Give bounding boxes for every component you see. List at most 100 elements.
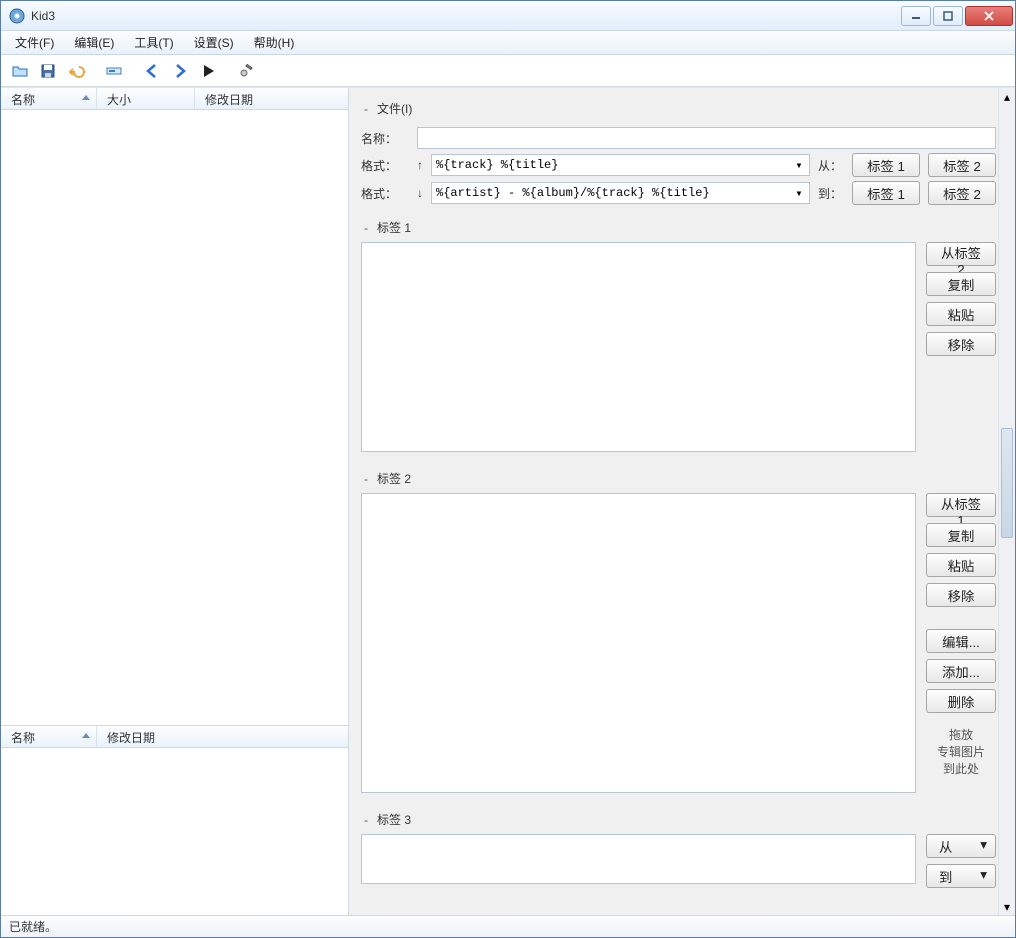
from-tag1-button[interactable]: 标签 1 bbox=[852, 153, 920, 177]
from-dropdown-button[interactable]: 从▾ bbox=[926, 834, 996, 858]
tag2-wrap: 从标签 1 复制 粘贴 移除 编辑... 添加... 删除 拖放 专辑图片 到此… bbox=[361, 493, 996, 793]
to-tag2-button[interactable]: 标签 2 bbox=[928, 181, 996, 205]
to-tag1-button[interactable]: 标签 1 bbox=[852, 181, 920, 205]
statusbar: 已就绪。 bbox=[1, 915, 1015, 937]
collapse-icon[interactable]: - bbox=[361, 813, 371, 827]
chevron-down-icon[interactable]: ▾ bbox=[791, 185, 807, 201]
app-window: Kid3 文件(F) 编辑(E) 工具(T) 设置(S) 帮助(H) bbox=[0, 0, 1016, 938]
from-tag2-button[interactable]: 从标签 2 bbox=[926, 242, 996, 266]
tag3-box[interactable] bbox=[361, 834, 916, 884]
scroll-down-icon[interactable]: ▾ bbox=[999, 898, 1015, 915]
status-text: 已就绪。 bbox=[9, 918, 57, 935]
open-icon[interactable] bbox=[7, 58, 33, 84]
file-list-panel: 名称 大小 修改日期 bbox=[1, 88, 348, 725]
file-section-title: 文件(I) bbox=[377, 100, 412, 117]
collapse-icon[interactable]: - bbox=[361, 102, 371, 116]
scroll-thumb[interactable] bbox=[1001, 428, 1013, 538]
vertical-scrollbar[interactable]: ▴ ▾ bbox=[998, 88, 1015, 915]
tag1-box[interactable] bbox=[361, 242, 916, 452]
tag1-title: 标签 1 bbox=[377, 219, 411, 236]
tag2-title: 标签 2 bbox=[377, 470, 411, 487]
client-area: 名称 大小 修改日期 名称 修改日期 - 文件(I) bbox=[1, 87, 1015, 915]
format-down-value: %{artist} - %{album}/%{track} %{title} bbox=[436, 186, 710, 200]
file-section-header: - 文件(I) bbox=[361, 96, 996, 123]
arrow-down-icon: ↓ bbox=[417, 186, 423, 200]
format-up-row: 格式： ↑ %{track} %{title} ▾ 从： 标签 1 标签 2 bbox=[361, 153, 996, 177]
name-input[interactable] bbox=[417, 127, 996, 149]
tag2-buttons: 从标签 1 复制 粘贴 移除 编辑... 添加... 删除 拖放 专辑图片 到此… bbox=[926, 493, 996, 793]
tag2-box[interactable] bbox=[361, 493, 916, 793]
collapse-icon[interactable]: - bbox=[361, 221, 371, 235]
undo-icon[interactable] bbox=[63, 58, 89, 84]
from-label: 从： bbox=[818, 157, 844, 174]
from-tag1-button[interactable]: 从标签 1 bbox=[926, 493, 996, 517]
copy-button[interactable]: 复制 bbox=[926, 523, 996, 547]
format-down-row: 格式： ↓ %{artist} - %{album}/%{track} %{ti… bbox=[361, 181, 996, 205]
to-label: 到： bbox=[818, 185, 844, 202]
name-label: 名称： bbox=[361, 130, 409, 147]
tag3-title: 标签 3 bbox=[377, 811, 411, 828]
menu-file[interactable]: 文件(F) bbox=[5, 31, 64, 54]
col-mtime[interactable]: 修改日期 bbox=[195, 88, 348, 109]
previous-icon[interactable] bbox=[139, 58, 165, 84]
toolbar bbox=[1, 55, 1015, 87]
scroll-up-icon[interactable]: ▴ bbox=[999, 88, 1015, 105]
tag3-wrap: 从▾ 到▾ bbox=[361, 834, 996, 888]
right-column: - 文件(I) 名称： 格式： ↑ %{track} %{title} ▾ 从：… bbox=[349, 88, 1015, 915]
paste-button[interactable]: 粘贴 bbox=[926, 553, 996, 577]
delete-button[interactable]: 删除 bbox=[926, 689, 996, 713]
album-art-dropzone[interactable]: 拖放 专辑图片 到此处 bbox=[926, 719, 996, 777]
col-name-2[interactable]: 名称 bbox=[1, 726, 97, 747]
next-icon[interactable] bbox=[167, 58, 193, 84]
tag1-wrap: 从标签 2 复制 粘贴 移除 bbox=[361, 242, 996, 452]
remove-button[interactable]: 移除 bbox=[926, 332, 996, 356]
copy-button[interactable]: 复制 bbox=[926, 272, 996, 296]
dir-list-panel: 名称 修改日期 bbox=[1, 725, 348, 915]
play-icon[interactable] bbox=[195, 58, 221, 84]
settings-icon[interactable] bbox=[233, 58, 259, 84]
menubar: 文件(F) 编辑(E) 工具(T) 设置(S) 帮助(H) bbox=[1, 31, 1015, 55]
maximize-button[interactable] bbox=[933, 6, 963, 26]
format-label-up: 格式： bbox=[361, 157, 409, 174]
left-column: 名称 大小 修改日期 名称 修改日期 bbox=[1, 88, 349, 915]
menu-help[interactable]: 帮助(H) bbox=[244, 31, 305, 54]
window-buttons bbox=[899, 6, 1013, 26]
menu-edit[interactable]: 编辑(E) bbox=[64, 31, 124, 54]
menu-settings[interactable]: 设置(S) bbox=[184, 31, 244, 54]
from-tag2-button[interactable]: 标签 2 bbox=[928, 153, 996, 177]
format-label-down: 格式： bbox=[361, 185, 409, 202]
remove-button[interactable]: 移除 bbox=[926, 583, 996, 607]
file-list-headers: 名称 大小 修改日期 bbox=[1, 88, 348, 110]
tag3-header: - 标签 3 bbox=[361, 807, 996, 834]
col-name[interactable]: 名称 bbox=[1, 88, 97, 109]
dir-list-body[interactable] bbox=[1, 748, 348, 915]
minimize-button[interactable] bbox=[901, 6, 931, 26]
tag2-header: - 标签 2 bbox=[361, 466, 996, 493]
format-up-value: %{track} %{title} bbox=[436, 158, 558, 172]
tag3-buttons: 从▾ 到▾ bbox=[926, 834, 996, 888]
arrow-up-icon: ↑ bbox=[417, 158, 423, 172]
edit-button[interactable]: 编辑... bbox=[926, 629, 996, 653]
titlebar: Kid3 bbox=[1, 1, 1015, 31]
app-icon bbox=[9, 8, 25, 24]
add-button[interactable]: 添加... bbox=[926, 659, 996, 683]
format-down-combo[interactable]: %{artist} - %{album}/%{track} %{title} ▾ bbox=[431, 182, 810, 204]
tag1-buttons: 从标签 2 复制 粘贴 移除 bbox=[926, 242, 996, 452]
menu-tools[interactable]: 工具(T) bbox=[124, 31, 183, 54]
close-button[interactable] bbox=[965, 6, 1013, 26]
col-size[interactable]: 大小 bbox=[97, 88, 195, 109]
right-scroll[interactable]: - 文件(I) 名称： 格式： ↑ %{track} %{title} ▾ 从：… bbox=[349, 88, 998, 915]
dir-list-headers: 名称 修改日期 bbox=[1, 726, 348, 748]
window-title: Kid3 bbox=[31, 9, 899, 23]
tag1-header: - 标签 1 bbox=[361, 215, 996, 242]
paste-button[interactable]: 粘贴 bbox=[926, 302, 996, 326]
save-icon[interactable] bbox=[35, 58, 61, 84]
col-mtime-2[interactable]: 修改日期 bbox=[97, 726, 348, 747]
to-dropdown-button[interactable]: 到▾ bbox=[926, 864, 996, 888]
collapse-icon[interactable]: - bbox=[361, 472, 371, 486]
chevron-down-icon[interactable]: ▾ bbox=[791, 157, 807, 173]
format-up-combo[interactable]: %{track} %{title} ▾ bbox=[431, 154, 810, 176]
rename-icon[interactable] bbox=[101, 58, 127, 84]
file-list-body[interactable] bbox=[1, 110, 348, 725]
name-row: 名称： bbox=[361, 127, 996, 149]
